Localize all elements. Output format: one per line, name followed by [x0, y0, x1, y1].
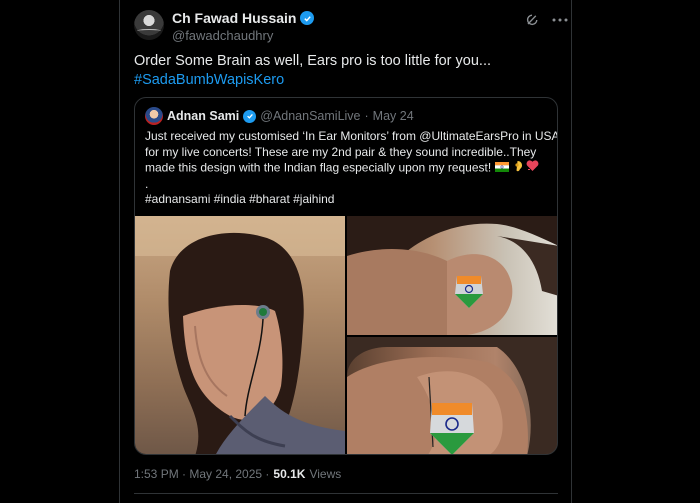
heart-emoji-icon	[526, 160, 539, 177]
quoted-handle[interactable]: @AdnanSamiLive	[260, 109, 360, 123]
author-handle[interactable]: @fawadchaudhry	[172, 28, 273, 43]
author-display-name[interactable]: Ch Fawad Hussain	[172, 10, 296, 26]
tweet: Ch Fawad Hussain @fawadchaudhry Order So…	[120, 0, 571, 503]
quoted-media-grid	[135, 216, 557, 454]
quoted-author-row: Adnan Sami @AdnanSamiLive · May 24	[145, 107, 414, 125]
quoted-hashtags[interactable]: #adnansami #india #bharat #jaihind	[145, 192, 549, 208]
verified-badge-icon	[243, 109, 257, 123]
quoted-text-line: made this design with the Indian flag es…	[145, 160, 549, 177]
quoted-text-line: Just received my customised ‘In Ear Moni…	[145, 129, 558, 143]
grok-icon[interactable]	[524, 12, 540, 28]
quoted-text-segment: made this design with the Indian flag es…	[145, 160, 492, 175]
tweet-metadata: 1:53 PM · May 24, 2025 · 50.1K Views	[134, 467, 341, 481]
tweet-body: Order Some Brain as well, Ears pro is to…	[134, 53, 491, 69]
verified-badge-icon	[300, 11, 315, 25]
photo-profile-with-in-ear-monitor[interactable]	[135, 216, 345, 454]
quoted-avatar[interactable]	[145, 107, 163, 125]
quoted-separator: ·	[364, 109, 369, 123]
views-label: Views	[309, 467, 342, 481]
right-gutter	[571, 0, 700, 503]
avatar[interactable]	[134, 10, 164, 40]
more-icon[interactable]	[552, 12, 568, 28]
metadata-divider	[134, 493, 558, 494]
hashtag-link[interactable]: #SadaBumbWapisKero	[134, 71, 559, 90]
quoted-tweet[interactable]: Adnan Sami @AdnanSamiLive · May 24 Just …	[134, 97, 558, 455]
photo-ear-closeup[interactable]	[347, 216, 557, 335]
quoted-text: Just received my customised ‘In Ear Moni…	[145, 129, 558, 208]
india-flag-emoji-icon	[494, 161, 509, 177]
quoted-display-name[interactable]: Adnan Sami	[167, 109, 239, 123]
quoted-text-line: .	[145, 176, 149, 191]
author-name-row: Ch Fawad Hussain	[172, 10, 315, 26]
right-divider	[571, 0, 572, 503]
tweet-top-actions	[524, 12, 568, 28]
quoted-date[interactable]: May 24	[373, 109, 414, 123]
tweet-timestamp[interactable]: 1:53 PM · May 24, 2025 ·	[134, 467, 269, 481]
quoted-text-line: for my live concerts! These are my 2nd p…	[145, 144, 537, 159]
views-count: 50.1K	[273, 467, 306, 481]
left-gutter	[0, 0, 120, 503]
photo-ear-monitor-detail[interactable]	[347, 337, 557, 454]
ear-emoji-icon	[512, 160, 523, 177]
tweet-text: Order Some Brain as well, Ears pro is to…	[134, 52, 559, 90]
